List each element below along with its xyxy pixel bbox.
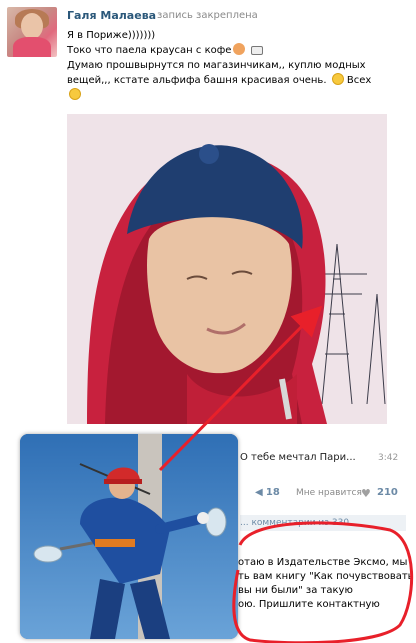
share-action[interactable]: ◀ 18 <box>255 487 280 498</box>
coffee-emoji-icon <box>250 46 263 55</box>
show-more-comments-label: ... комментарии из 330 <box>240 518 350 528</box>
pinned-label: запись закреплена <box>157 10 258 21</box>
smile-emoji-icon <box>331 73 344 85</box>
heart-icon[interactable]: ♥ <box>361 487 371 500</box>
comment-preview-text[interactable]: О тебе мечтал Пари... <box>240 452 356 463</box>
comment-line-4: ою. Пришлите контактную <box>238 599 380 610</box>
comment-time[interactable]: 3:42 <box>378 453 398 463</box>
post-photo-illustration <box>67 114 387 424</box>
post-photo[interactable] <box>67 114 387 424</box>
author-avatar[interactable] <box>7 7 57 57</box>
show-more-comments[interactable]: ... комментарии из 330 <box>240 515 406 531</box>
inset-photo <box>20 434 238 639</box>
post-text: Я в Пориже))))))) Токо что паела краусан… <box>67 28 407 103</box>
post-line-3: Думаю прошвырнутся по магазинчикам,, куп… <box>67 60 366 71</box>
avatar-body <box>13 37 51 57</box>
comment-body: отаю в Издательстве Эксмо, мы ть вам кни… <box>238 556 414 612</box>
like-label[interactable]: Мне нравится <box>296 488 362 498</box>
comment-line-1: отаю в Издательстве Эксмо, мы <box>238 557 408 568</box>
hand-emoji-icon <box>233 43 246 55</box>
comment-line-3: вы ни были" за такую <box>238 585 353 596</box>
post-line-2: Токо что паела краусан с кофе <box>67 45 232 56</box>
share-icon: ◀ <box>255 487 263 498</box>
share-count: 18 <box>265 487 280 498</box>
post-line-1: Я в Пориже))))))) <box>67 30 156 41</box>
like-count[interactable]: 210 <box>377 487 398 498</box>
comment-line-2: ть вам книгу "Как почувствовать <box>238 571 414 582</box>
post-line-4: вещей,,, кстате альфифа башня красивая о… <box>67 75 327 86</box>
avatar-face <box>21 13 43 39</box>
inset-photo-illustration <box>20 434 238 639</box>
kiss-emoji-icon <box>69 88 81 100</box>
post-author-link[interactable]: Галя Малаева <box>67 9 156 22</box>
post-line-5: Всех <box>346 75 372 86</box>
